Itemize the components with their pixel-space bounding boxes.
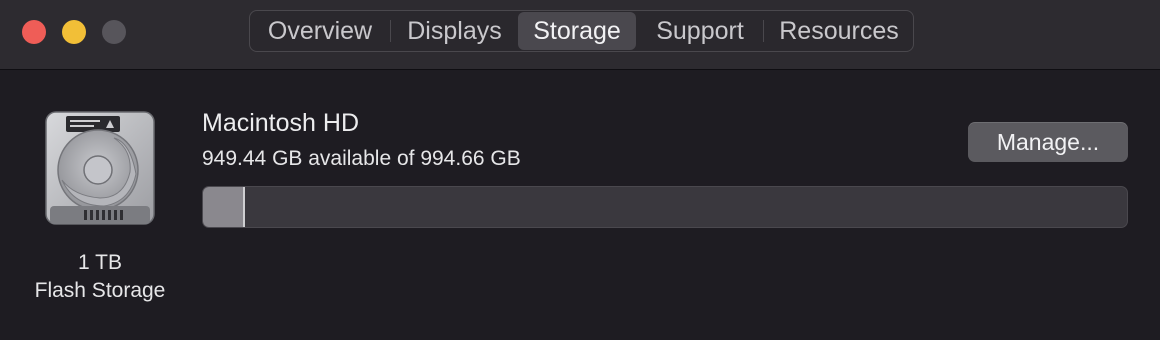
drive-capacity: 1 TB bbox=[78, 251, 122, 274]
tab-displays[interactable]: Displays bbox=[392, 11, 517, 51]
close-window-button[interactable] bbox=[22, 20, 46, 44]
tab-separator bbox=[390, 20, 391, 42]
tab-separator bbox=[763, 20, 764, 42]
volume-availability: 949.44 GB available of 994.66 GB bbox=[202, 147, 521, 170]
tab-support[interactable]: Support bbox=[638, 11, 762, 51]
tab-bar: Overview Displays Storage Support Resour… bbox=[249, 10, 914, 52]
volume-name: Macintosh HD bbox=[202, 109, 359, 137]
storage-usage-fill bbox=[203, 187, 246, 227]
system-info-window: Overview Displays Storage Support Resour… bbox=[0, 0, 1160, 340]
drive-type: Flash Storage bbox=[34, 279, 166, 302]
hard-drive-icon bbox=[45, 111, 155, 225]
tab-overview[interactable]: Overview bbox=[252, 11, 388, 51]
zoom-window-button[interactable] bbox=[102, 20, 126, 44]
storage-usage-bar bbox=[202, 186, 1128, 228]
title-bar: Overview Displays Storage Support Resour… bbox=[0, 0, 1160, 70]
tab-storage[interactable]: Storage bbox=[518, 12, 636, 50]
minimize-window-button[interactable] bbox=[62, 20, 86, 44]
tab-resources[interactable]: Resources bbox=[765, 11, 913, 51]
manage-button[interactable]: Manage... bbox=[968, 122, 1128, 162]
